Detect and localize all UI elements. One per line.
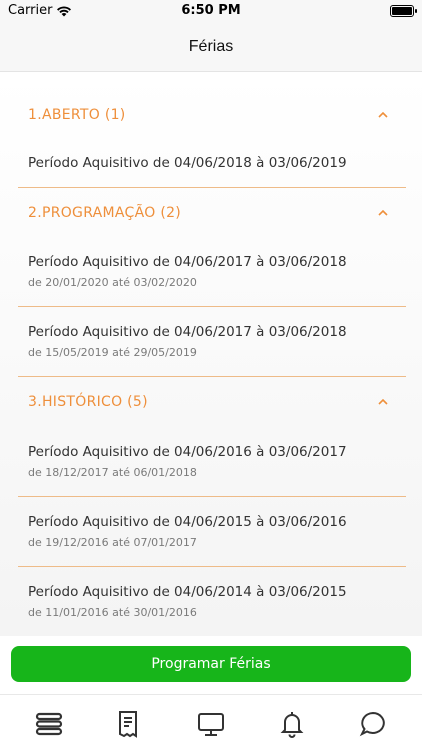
section-label: 2.PROGRAMAÇÃO (2) (28, 205, 182, 221)
item-title: Período Aquisitivo de 04/06/2015 à 03/06… (28, 514, 347, 530)
tab-receipts[interactable] (113, 709, 143, 739)
list-item[interactable]: Período Aquisitivo de 04/06/2015 à 03/06… (18, 514, 406, 549)
list-item[interactable]: Período Aquisitivo de 04/06/2017 à 03/06… (18, 254, 406, 289)
item-title: Período Aquisitivo de 04/06/2017 à 03/06… (28, 254, 347, 270)
battery-icon (390, 5, 417, 17)
item-subtitle: de 15/05/2019 até 29/05/2019 (28, 346, 197, 359)
item-title: Período Aquisitivo de 04/06/2018 à 03/06… (28, 155, 347, 171)
page-title: Férias (188, 37, 234, 55)
divider (18, 566, 406, 567)
tab-chat[interactable] (358, 709, 388, 739)
tab-notifications[interactable] (277, 709, 307, 739)
item-title: Período Aquisitivo de 04/06/2017 à 03/06… (28, 324, 347, 340)
tab-stack[interactable] (34, 709, 64, 739)
item-subtitle: de 18/12/2017 até 06/01/2018 (28, 466, 197, 479)
section-label: 1.ABERTO (1) (28, 107, 126, 123)
divider (18, 187, 406, 188)
receipt-icon (119, 711, 137, 738)
divider (18, 306, 406, 307)
list-item[interactable]: Período Aquisitivo de 04/06/2016 à 03/06… (18, 444, 406, 479)
button-label: Programar Férias (151, 656, 271, 672)
list-item[interactable]: Período Aquisitivo de 04/06/2017 à 03/06… (18, 324, 406, 359)
status-bar: Carrier 6:50 PM (0, 0, 422, 22)
chevron-up-icon (378, 210, 388, 216)
monitor-icon (198, 713, 224, 736)
bell-icon (280, 712, 304, 738)
item-subtitle: de 11/01/2016 até 30/01/2016 (28, 606, 197, 619)
list-item[interactable]: Período Aquisitivo de 04/06/2018 à 03/06… (18, 155, 406, 171)
divider (18, 496, 406, 497)
section-header-aberto[interactable]: 1.ABERTO (1) (18, 95, 404, 135)
divider (18, 376, 406, 377)
chevron-up-icon (378, 112, 388, 118)
navigation-bar: Férias (0, 22, 422, 72)
item-title: Período Aquisitivo de 04/06/2014 à 03/06… (28, 584, 347, 600)
tab-bar (0, 694, 422, 750)
section-label: 3.HISTÓRICO (5) (28, 394, 148, 410)
vacation-list[interactable]: 1.ABERTO (1) Período Aquisitivo de 04/06… (0, 73, 422, 636)
item-subtitle: de 19/12/2016 até 07/01/2017 (28, 536, 197, 549)
section-header-historico[interactable]: 3.HISTÓRICO (5) (18, 382, 404, 422)
schedule-vacation-button[interactable]: Programar Férias (11, 646, 411, 682)
chevron-up-icon (378, 399, 388, 405)
item-subtitle: de 20/01/2020 até 03/02/2020 (28, 276, 197, 289)
clock: 6:50 PM (181, 3, 241, 18)
stack-icon (35, 712, 63, 736)
list-item[interactable]: Período Aquisitivo de 04/06/2014 à 03/06… (18, 584, 406, 619)
chat-bubble-icon (359, 711, 385, 737)
section-header-programacao[interactable]: 2.PROGRAMAÇÃO (2) (18, 193, 404, 233)
tab-monitor[interactable] (196, 709, 226, 739)
item-title: Período Aquisitivo de 04/06/2016 à 03/06… (28, 444, 347, 460)
